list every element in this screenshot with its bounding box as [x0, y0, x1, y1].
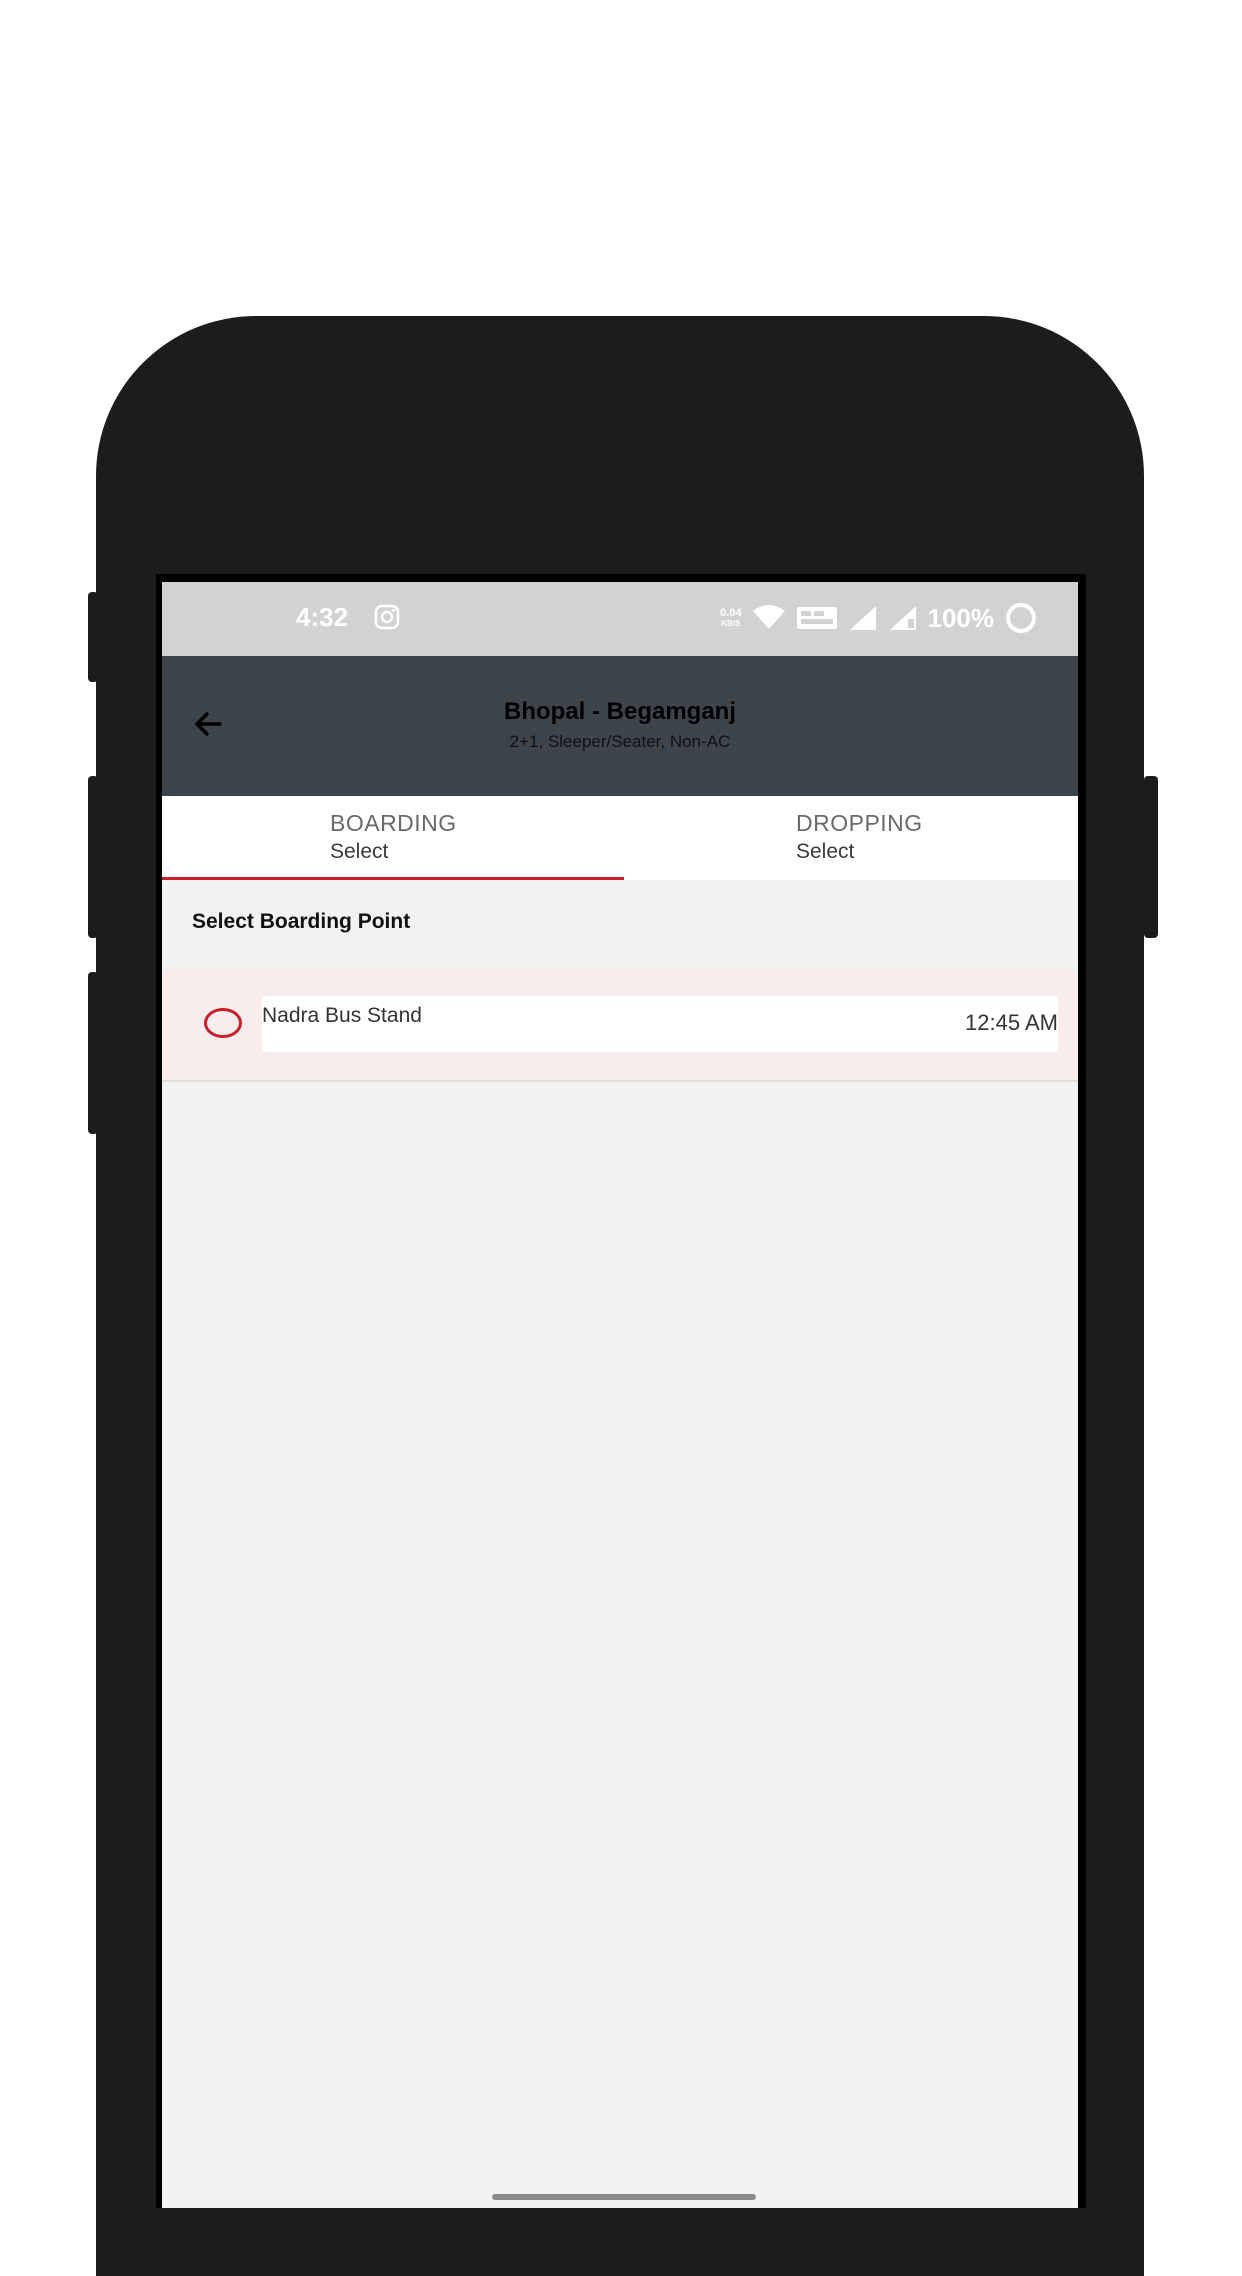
active-tab-indicator: [162, 877, 624, 880]
tab-boarding-value: Select: [330, 840, 389, 863]
network-speed-unit: KB/S: [721, 619, 741, 628]
list-item[interactable]: Nadra Bus Stand 12:45 AM: [162, 970, 1078, 1082]
network-speed: 0.04 KB/S: [720, 607, 742, 629]
point-tabs: BOARDING Select DROPPING Select: [162, 796, 1078, 880]
battery-percent: 100%: [927, 602, 995, 633]
tab-dropping-title: DROPPING: [796, 810, 923, 836]
bus-type-subtitle: 2+1, Sleeper/Seater, Non-AC: [509, 732, 731, 751]
volte-icon: [796, 607, 837, 629]
signal-roaming-icon: [889, 606, 916, 630]
network-speed-value: 0.04: [720, 607, 742, 619]
route-title: Bhopal - Begamganj: [503, 698, 737, 725]
radio-button[interactable]: [204, 1008, 242, 1038]
section-heading: Select Boarding Point: [192, 910, 411, 933]
status-time: 4:32: [296, 602, 349, 632]
wifi-icon: [752, 605, 785, 629]
status-icons: 0.04 KB/S 100%: [720, 600, 1038, 636]
boarding-point-name: Nadra Bus Stand: [262, 1004, 422, 1027]
phone-side-button: [88, 592, 98, 682]
signal-icon: [849, 606, 876, 630]
tab-boarding-title: BOARDING: [330, 810, 457, 836]
phone-side-button: [1144, 776, 1158, 938]
home-indicator[interactable]: [492, 2194, 756, 2200]
app-screen: 4:32 0.04 KB/S 100% Bhopal - Begamganj 2…: [162, 582, 1078, 2208]
battery-icon: [1006, 603, 1036, 633]
app-bar: Bhopal - Begamganj 2+1, Sleeper/Seater, …: [162, 656, 1078, 796]
tab-dropping-value: Select: [796, 840, 855, 863]
tab-boarding[interactable]: BOARDING Select: [162, 796, 624, 880]
phone-side-button: [88, 972, 98, 1134]
phone-side-button: [88, 776, 98, 938]
boarding-point-card: Nadra Bus Stand 12:45 AM: [262, 996, 1058, 1052]
boarding-point-time: 12:45 AM: [965, 1010, 1058, 1035]
status-bar: 4:32 0.04 KB/S 100%: [162, 582, 1078, 656]
tab-dropping[interactable]: DROPPING Select: [620, 796, 1078, 880]
instagram-icon: [374, 604, 400, 630]
